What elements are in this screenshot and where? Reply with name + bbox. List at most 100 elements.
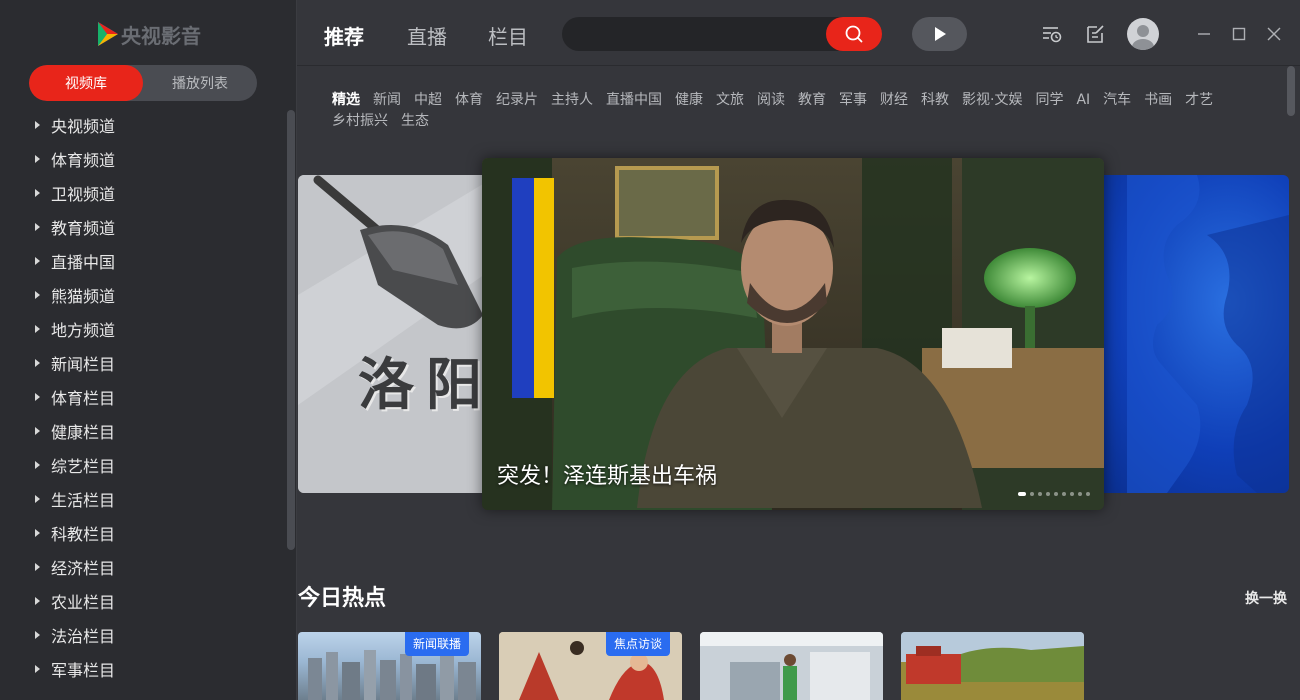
category-tab[interactable]: 科教 [921,90,949,111]
main-scrollbar[interactable] [1287,66,1295,116]
search-button[interactable] [826,17,882,51]
category-tab[interactable]: 新闻 [373,90,401,111]
search-box [562,17,882,51]
category-tab[interactable]: 文旅 [716,90,744,111]
category-tab[interactable]: 同学 [1035,90,1063,111]
sidebar-item[interactable]: 央视频道 [0,108,286,142]
carousel-dot[interactable] [1038,492,1042,496]
carousel-dot[interactable] [1070,492,1074,496]
carousel-dot[interactable] [1078,492,1082,496]
maximize-icon[interactable] [1231,26,1247,42]
sidebar-item-label: 农业栏目 [51,593,116,612]
caret-right-icon [35,257,40,265]
sidebar-item-label: 教育频道 [51,219,116,238]
category-tab[interactable]: 精选 [332,90,360,111]
factory-thumbnail [700,632,883,700]
program-tag: 焦点访谈 [605,632,670,656]
tab-playlist[interactable]: 播放列表 [143,65,257,101]
search-icon [845,25,863,43]
category-tab[interactable]: 教育 [798,90,826,111]
category-tab[interactable]: 生态 [401,111,429,132]
sidebar-item[interactable]: 军事栏目 [0,652,286,686]
category-tab[interactable]: 汽车 [1103,90,1131,111]
avatar[interactable] [1127,18,1159,50]
sidebar-item-label: 综艺栏目 [51,457,116,476]
history-icon[interactable] [1042,24,1062,44]
carousel-dot[interactable] [1018,492,1026,496]
sidebar-scrollbar[interactable] [287,110,295,550]
category-tab[interactable]: 乡村振兴 [332,111,388,132]
sidebar-item-label: 体育栏目 [51,389,116,408]
sidebar-item[interactable]: 熊猫频道 [0,278,286,312]
sidebar-item[interactable]: 法治栏目 [0,618,286,652]
category-tab[interactable]: 财经 [880,90,908,111]
category-tab[interactable]: 中超 [414,90,442,111]
sidebar-item-label: 经济栏目 [51,559,116,578]
sidebar-item[interactable]: 直播中国 [0,244,286,278]
sidebar-item[interactable]: 体育栏目 [0,380,286,414]
sidebar: 央视影音 视频库 播放列表 央视频道 体育频道 卫视频道 教育频道 直播中国 熊猫频道 地方… [0,0,296,700]
sidebar-item[interactable]: 生活栏目 [0,482,286,516]
carousel-dot[interactable] [1086,492,1090,496]
category-tab[interactable]: 直播中国 [606,90,662,111]
sidebar-item-label: 直播中国 [51,253,116,272]
sidebar-item[interactable]: 新闻栏目 [0,346,286,380]
close-icon[interactable] [1266,26,1282,42]
category-tab[interactable]: AI [1076,90,1090,111]
sidebar-item[interactable]: 综艺栏目 [0,448,286,482]
sidebar-item[interactable]: 教育频道 [0,210,286,244]
carousel-dot[interactable] [1062,492,1066,496]
carousel-dot[interactable] [1030,492,1034,496]
caret-right-icon [35,121,40,129]
sidebar-item[interactable]: 农业栏目 [0,584,286,618]
category-tab[interactable]: 军事 [839,90,867,111]
category-tab[interactable]: 主持人 [551,90,593,111]
search-input[interactable] [578,17,828,51]
hot-item-3[interactable] [700,632,883,700]
sidebar-item[interactable]: 卫视频道 [0,176,286,210]
carousel-slide-next[interactable] [1087,175,1289,493]
caret-right-icon [35,427,40,435]
category-tab[interactable]: 书画 [1144,90,1172,111]
caret-right-icon [35,529,40,537]
sidebar-item-label: 地方频道 [51,321,116,340]
carousel-slide-active[interactable]: 突发！泽连斯基出车祸 [482,158,1104,510]
carousel-dot[interactable] [1046,492,1050,496]
category-tab[interactable]: 体育 [455,90,483,111]
category-tab[interactable]: 阅读 [757,90,785,111]
refresh-button[interactable]: 换一换 [1245,588,1287,608]
sidebar-item-label: 体育频道 [51,151,116,170]
hot-item-2[interactable]: 焦点访谈 [499,632,682,700]
sidebar-item[interactable]: 经济栏目 [0,550,286,584]
caret-right-icon [35,359,40,367]
caret-right-icon [35,325,40,333]
category-tab[interactable]: 纪录片 [496,90,538,111]
sidebar-item-label: 科教栏目 [51,525,116,544]
user-icon [1132,25,1154,50]
category-tab[interactable]: 才艺 [1185,90,1213,111]
sidebar-item-label: 新闻栏目 [51,355,116,374]
caret-right-icon [35,393,40,401]
sidebar-item-label: 央视频道 [51,117,116,136]
sidebar-item[interactable]: 地方频道 [0,312,286,346]
category-tab[interactable]: 健康 [675,90,703,111]
sidebar-item[interactable]: 体育频道 [0,142,286,176]
carousel-slide-prev[interactable]: 洛阳 [298,175,498,493]
sidebar-item[interactable]: 健康栏目 [0,414,286,448]
sidebar-item[interactable]: 科教栏目 [0,516,286,550]
edit-icon[interactable] [1085,24,1105,44]
minimize-icon[interactable] [1196,26,1212,42]
caret-right-icon [35,223,40,231]
harvest-thumbnail [901,632,1084,700]
tab-video-library[interactable]: 视频库 [29,65,143,101]
tab-recommend[interactable]: 推荐 [324,21,364,50]
hot-item-4[interactable] [901,632,1084,700]
tab-live[interactable]: 直播 [407,21,447,50]
category-tab[interactable]: 影视·文娱 [962,90,1022,111]
play-button[interactable] [912,17,967,51]
carousel-dot[interactable] [1054,492,1058,496]
hot-item-1[interactable]: 新闻联播 [298,632,481,700]
caret-right-icon [35,155,40,163]
caret-right-icon [35,189,40,197]
tab-columns[interactable]: 栏目 [488,21,528,50]
